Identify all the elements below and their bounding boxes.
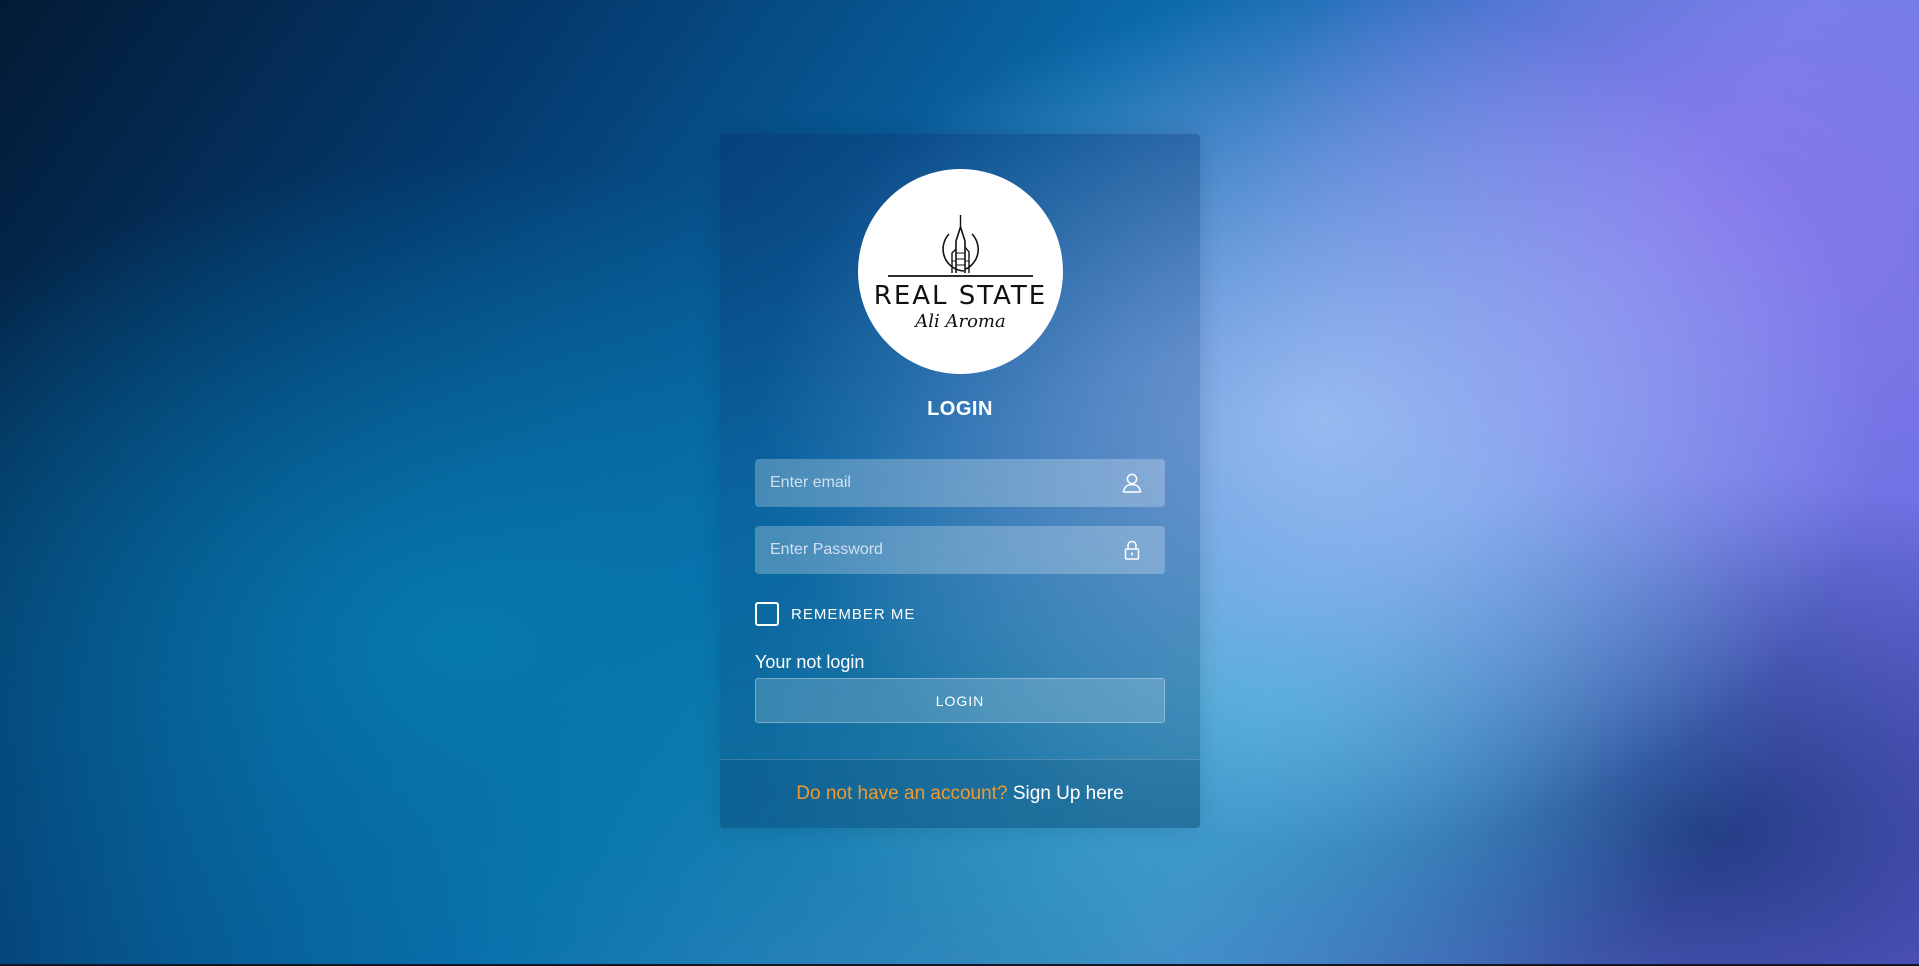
- logo: REAL STATE Ali Aroma: [858, 169, 1063, 374]
- signup-question: Do not have an account?: [796, 783, 1008, 804]
- email-field-wrapper: [755, 459, 1165, 507]
- user-icon: [1122, 473, 1142, 493]
- login-status-text: Your not login: [755, 652, 865, 672]
- building-icon: [888, 215, 1033, 277]
- logo-title: REAL STATE: [873, 281, 1048, 311]
- password-input[interactable]: [755, 526, 1115, 574]
- lock-icon: [1124, 540, 1140, 560]
- signup-link[interactable]: Sign Up here: [1013, 783, 1124, 804]
- email-input[interactable]: [755, 459, 1115, 507]
- signup-prompt: Do not have an account? Sign Up here: [720, 783, 1200, 805]
- login-card: REAL STATE Ali Aroma LOGIN REMEMBER ME Y…: [720, 134, 1200, 828]
- login-heading: LOGIN: [927, 398, 993, 420]
- password-field-wrapper: [755, 526, 1165, 574]
- login-card-body: REAL STATE Ali Aroma LOGIN REMEMBER ME Y…: [720, 134, 1200, 759]
- card-footer: Do not have an account? Sign Up here: [720, 759, 1200, 828]
- remember-me-checkbox[interactable]: [755, 602, 779, 626]
- remember-me-label: REMEMBER ME: [791, 606, 916, 623]
- login-button[interactable]: LOGIN: [755, 678, 1165, 723]
- logo-subtitle: Ali Aroma: [915, 311, 1006, 332]
